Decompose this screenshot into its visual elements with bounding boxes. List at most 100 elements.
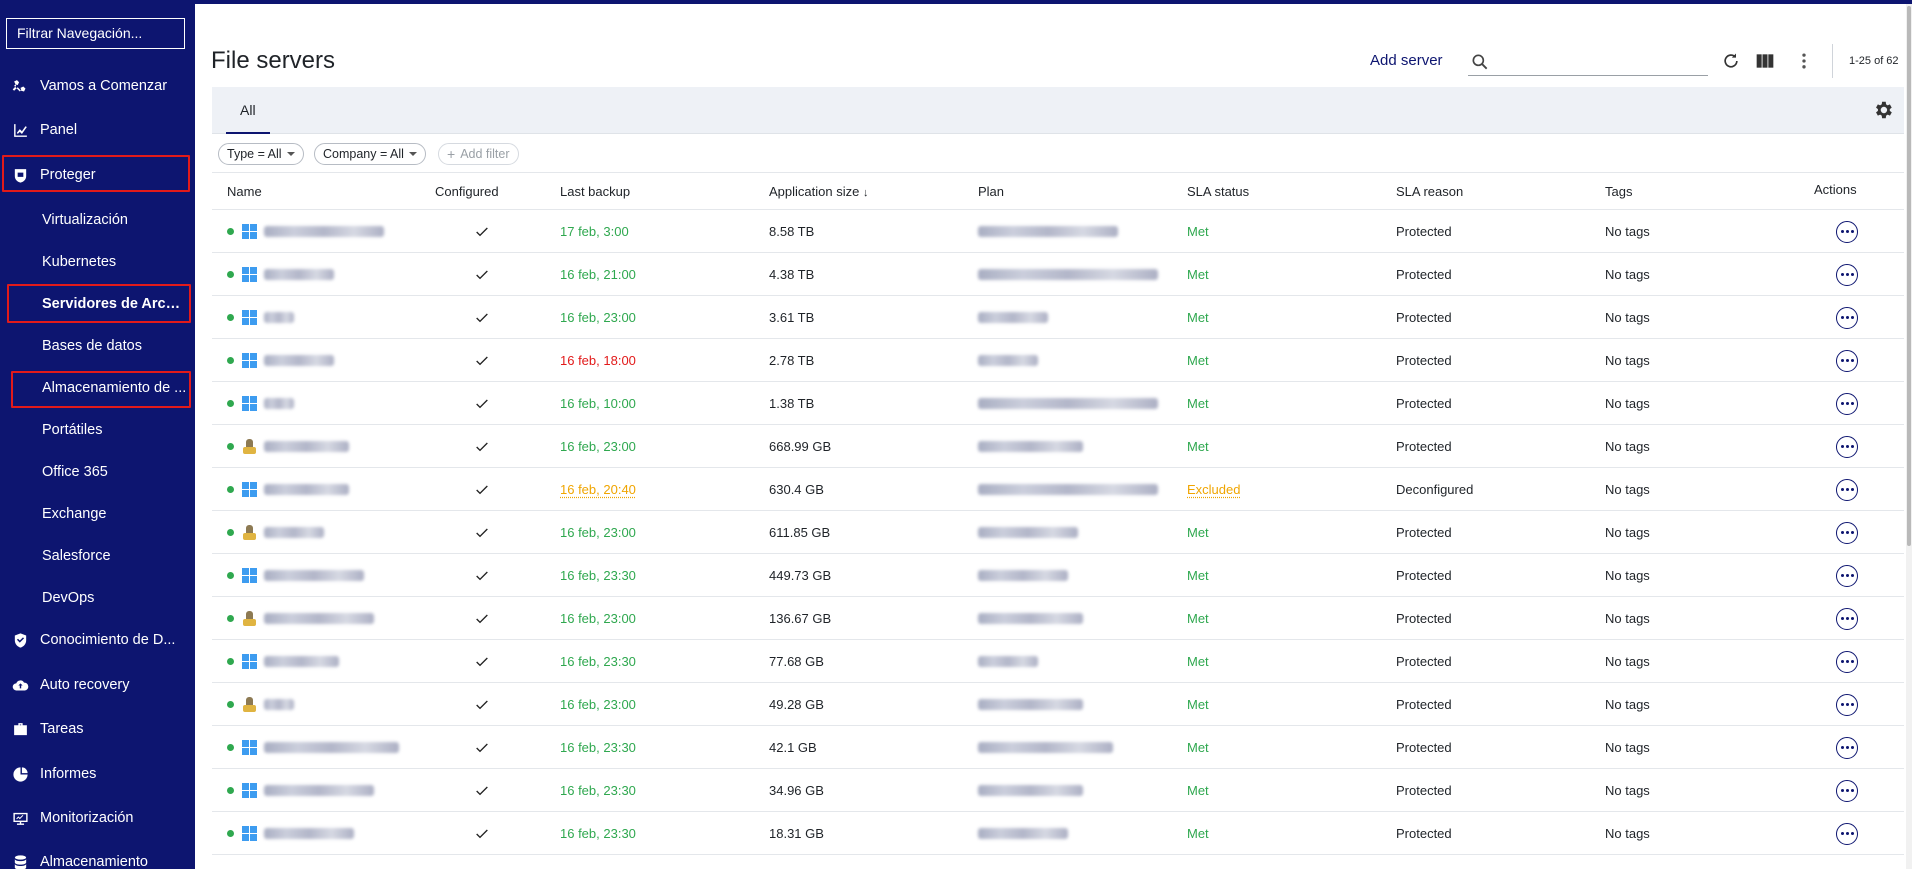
plan-redacted[interactable] xyxy=(978,339,1038,382)
sidebar-item-getting-started[interactable]: Vamos a Comenzar xyxy=(0,66,195,106)
server-name-redacted[interactable] xyxy=(264,382,294,425)
table-row[interactable]: 16 feb, 23:30 42.1 GB Met Protected No tags xyxy=(212,726,1904,769)
table-row[interactable]: 16 feb, 23:30 77.68 GB Met Protected No tags xyxy=(212,640,1904,683)
last-backup[interactable]: 16 feb, 21:00 xyxy=(560,253,636,296)
table-row[interactable]: 16 feb, 23:00 668.99 GB Met Protected No tag… xyxy=(212,425,1904,468)
row-actions-button[interactable] xyxy=(1836,554,1858,597)
server-name-redacted[interactable] xyxy=(264,511,324,554)
sidebar-item-data-knowledge[interactable]: Conocimiento de D... xyxy=(0,620,195,660)
sidebar-subitem-kubernetes[interactable]: Kubernetes xyxy=(42,245,187,279)
table-row[interactable]: 16 feb, 23:00 611.85 GB Met Protected No tag… xyxy=(212,511,1904,554)
plan-redacted[interactable] xyxy=(978,382,1158,425)
plan-redacted[interactable] xyxy=(978,296,1048,339)
server-name-redacted[interactable] xyxy=(264,425,349,468)
last-backup[interactable]: 16 feb, 20:40 xyxy=(560,468,636,511)
table-row[interactable]: 16 feb, 23:00 3.61 TB Met Protected No tags xyxy=(212,296,1904,339)
plan-redacted[interactable] xyxy=(978,597,1083,640)
server-name-redacted[interactable] xyxy=(264,554,364,597)
table-row[interactable]: 16 feb, 23:30 18.31 GB Met Protected No tags xyxy=(212,812,1904,855)
column-header-tags[interactable]: Tags xyxy=(1605,184,1632,199)
row-actions-button[interactable] xyxy=(1836,640,1858,683)
last-backup[interactable]: 16 feb, 23:00 xyxy=(560,425,636,468)
row-actions-button[interactable] xyxy=(1836,683,1858,726)
server-name-redacted[interactable] xyxy=(264,210,384,253)
gear-icon[interactable] xyxy=(1872,99,1894,121)
plan-redacted[interactable] xyxy=(978,726,1113,769)
last-backup[interactable]: 16 feb, 23:30 xyxy=(560,554,636,597)
server-name-redacted[interactable] xyxy=(264,468,349,511)
last-backup[interactable]: 16 feb, 23:00 xyxy=(560,683,636,726)
column-header-configured[interactable]: Configured xyxy=(435,184,499,199)
refresh-icon[interactable] xyxy=(1719,49,1743,73)
plan-redacted[interactable] xyxy=(978,253,1158,296)
sidebar-subitem-file-servers[interactable]: Servidores de Archi... xyxy=(42,287,187,321)
sidebar-item-panel[interactable]: Panel xyxy=(0,110,195,150)
sidebar-subitem-laptops[interactable]: Portátiles xyxy=(42,413,187,447)
table-row[interactable]: 16 feb, 23:00 136.67 GB Met Protected No tag… xyxy=(212,597,1904,640)
row-actions-button[interactable] xyxy=(1836,597,1858,640)
table-row[interactable]: 16 feb, 23:00 49.28 GB Met Protected No tags xyxy=(212,683,1904,726)
last-backup[interactable]: 16 feb, 23:30 xyxy=(560,726,636,769)
sidebar-subitem-virtualization[interactable]: Virtualización xyxy=(42,203,187,237)
row-actions-button[interactable] xyxy=(1836,468,1858,511)
row-actions-button[interactable] xyxy=(1836,726,1858,769)
row-actions-button[interactable] xyxy=(1836,425,1858,468)
sidebar-subitem-exchange[interactable]: Exchange xyxy=(42,497,187,531)
plan-redacted[interactable] xyxy=(978,683,1083,726)
server-name-redacted[interactable] xyxy=(264,769,374,812)
plan-redacted[interactable] xyxy=(978,812,1068,855)
sidebar-item-reports[interactable]: Informes xyxy=(0,754,195,794)
sidebar-subitem-devops[interactable]: DevOps xyxy=(42,581,187,615)
plan-redacted[interactable] xyxy=(978,511,1078,554)
sidebar-item-auto-recovery[interactable]: Auto recovery xyxy=(0,665,195,705)
sidebar-item-protect[interactable]: Proteger xyxy=(0,155,195,195)
sidebar-subitem-databases[interactable]: Bases de datos xyxy=(42,329,187,363)
server-name-redacted[interactable] xyxy=(264,253,334,296)
last-backup[interactable]: 16 feb, 23:30 xyxy=(560,769,636,812)
row-actions-button[interactable] xyxy=(1836,382,1858,425)
plan-redacted[interactable] xyxy=(978,468,1158,511)
filter-company-chip[interactable]: Company = All xyxy=(314,143,426,165)
sidebar-item-storage[interactable]: Almacenamiento xyxy=(0,842,195,869)
add-server-button[interactable]: Add server xyxy=(1370,52,1443,69)
last-backup[interactable]: 16 feb, 18:00 xyxy=(560,339,636,382)
plan-redacted[interactable] xyxy=(978,425,1083,468)
column-header-sla-status[interactable]: SLA status xyxy=(1187,184,1249,199)
table-row[interactable]: 16 feb, 20:40 630.4 GB Excluded Deconfigure… xyxy=(212,468,1904,511)
row-actions-button[interactable] xyxy=(1836,511,1858,554)
plan-redacted[interactable] xyxy=(978,554,1068,597)
column-header-application-size[interactable]: Application size ↓ xyxy=(769,184,868,199)
last-backup[interactable]: 17 feb, 3:00 xyxy=(560,210,629,253)
tab-all[interactable]: All xyxy=(226,87,270,134)
server-name-redacted[interactable] xyxy=(264,726,399,769)
last-backup[interactable]: 16 feb, 10:00 xyxy=(560,382,636,425)
row-actions-button[interactable] xyxy=(1836,339,1858,382)
table-row[interactable]: 16 feb, 18:00 2.78 TB Met Protected No tags xyxy=(212,339,1904,382)
column-header-last-backup[interactable]: Last backup xyxy=(560,184,630,199)
plan-redacted[interactable] xyxy=(978,769,1083,812)
server-name-redacted[interactable] xyxy=(264,683,294,726)
plan-redacted[interactable] xyxy=(978,210,1118,253)
last-backup[interactable]: 16 feb, 23:00 xyxy=(560,296,636,339)
sidebar-item-tasks[interactable]: Tareas xyxy=(0,709,195,749)
last-backup[interactable]: 16 feb, 23:00 xyxy=(560,597,636,640)
server-name-redacted[interactable] xyxy=(264,296,294,339)
filter-type-chip[interactable]: Type = All xyxy=(218,143,304,165)
sidebar-item-monitoring[interactable]: Monitorización xyxy=(0,798,195,838)
row-actions-button[interactable] xyxy=(1836,812,1858,855)
row-actions-button[interactable] xyxy=(1836,769,1858,812)
add-filter-button[interactable]: + Add filter xyxy=(438,143,519,165)
table-row[interactable]: 16 feb, 21:00 4.38 TB Met Protected No tags xyxy=(212,253,1904,296)
server-name-redacted[interactable] xyxy=(264,339,334,382)
nav-filter-input[interactable]: Filtrar Navegación... xyxy=(6,18,185,49)
table-row[interactable]: 17 feb, 3:00 8.58 TB Met Protected No tags xyxy=(212,210,1904,253)
server-name-redacted[interactable] xyxy=(264,812,354,855)
plan-redacted[interactable] xyxy=(978,640,1038,683)
sidebar-subitem-salesforce[interactable]: Salesforce xyxy=(42,539,187,573)
server-name-redacted[interactable] xyxy=(264,640,339,683)
row-actions-button[interactable] xyxy=(1836,210,1858,253)
column-header-name[interactable]: Name xyxy=(227,184,262,199)
row-actions-button[interactable] xyxy=(1836,253,1858,296)
last-backup[interactable]: 16 feb, 23:00 xyxy=(560,511,636,554)
server-name-redacted[interactable] xyxy=(264,597,374,640)
